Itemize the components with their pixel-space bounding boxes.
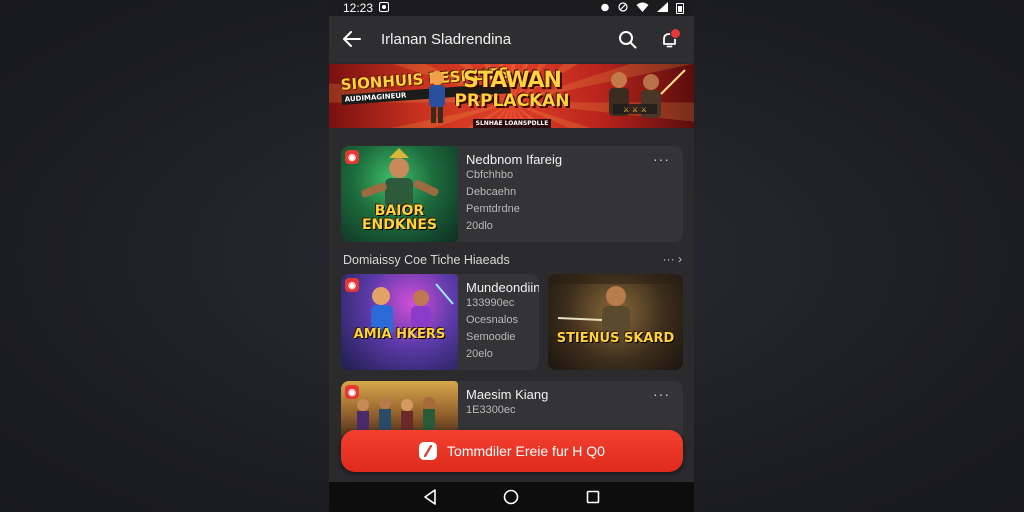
- game-card-thumbnail: AMIA HKERS ◉: [341, 274, 458, 370]
- featured-more-button[interactable]: ···: [653, 151, 670, 167]
- featured-game-card[interactable]: BAIOR ENDKNES ◉ Nedbnom Ifareig Cbfchhbo…: [341, 146, 683, 242]
- phone-screen: 12:23 Irlanan Sladrendina SIONHUIS PESNL…: [329, 0, 694, 512]
- featured-game-detail-2: Debcaehn: [466, 186, 517, 198]
- game-card-title: Mundeondiin: [466, 280, 539, 295]
- featured-game-thumbnail: BAIOR ENDKNES ◉: [341, 146, 458, 242]
- featured-game-title: Nedbnom Ifareig: [466, 152, 563, 167]
- bottom-more-button[interactable]: ···: [653, 386, 670, 402]
- bottom-card-badge-icon: ◉: [345, 385, 359, 399]
- game-card-detail-4: 20elo: [466, 348, 493, 360]
- notification-badge: [670, 28, 681, 39]
- featured-thumb-title: BAIOR ENDKNES: [361, 203, 438, 233]
- side-card-thumb-title: STIENUS SKARD: [556, 331, 675, 346]
- app-bar: Irlanan Sladrendina: [329, 16, 694, 62]
- signal-icon: [657, 1, 668, 15]
- recents-square-icon: [586, 490, 600, 504]
- section-more-button[interactable]: ··· ›: [663, 252, 682, 266]
- slash-icon: [419, 442, 438, 460]
- game-card-thumb-title: AMIA HKERS: [353, 327, 446, 342]
- search-button[interactable]: [614, 26, 640, 52]
- game-card-detail-1: 133990ec: [466, 297, 515, 309]
- game-card-detail-3: Semoodie: [466, 331, 516, 343]
- featured-game-detail-3: Pemtdrdne: [466, 203, 520, 215]
- wifi-icon: [636, 2, 649, 15]
- page-title: Irlanan Sladrendina: [381, 30, 512, 48]
- featured-game-detail-1: Cbfchhbo: [466, 169, 514, 181]
- status-bar: 12:23: [329, 0, 694, 16]
- alarm-icon: [600, 2, 610, 15]
- dnd-icon: [618, 1, 628, 15]
- home-circle-icon: [504, 489, 519, 505]
- featured-badge-icon: ◉: [345, 150, 359, 164]
- back-triangle-icon: [424, 489, 436, 505]
- game-card-detail-2: Ocesnalos: [466, 314, 518, 326]
- nav-home-button[interactable]: [499, 485, 523, 509]
- game-card[interactable]: AMIA HKERS ◉ Mundeondiin 133990ec Ocesna…: [341, 274, 539, 370]
- nav-back-button[interactable]: [418, 485, 442, 509]
- bottom-game-detail-1: 1E3300ec: [466, 404, 516, 416]
- banner-hero-right-image: ⚔ ⚔ ⚔: [609, 69, 686, 118]
- back-button[interactable]: [341, 28, 363, 50]
- gallery-icon: [379, 1, 390, 15]
- battery-icon: [676, 2, 684, 14]
- search-icon: [618, 30, 636, 48]
- arrow-left-icon: [343, 31, 361, 47]
- game-card-badge-icon: ◉: [345, 278, 359, 292]
- primary-cta-button[interactable]: Tommdiler Ereie fur H Q0: [341, 430, 683, 472]
- status-time: 12:23: [343, 1, 374, 15]
- banner-hero-left-image: [429, 71, 445, 123]
- system-nav-bar: [329, 482, 694, 512]
- featured-game-detail-4: 20dlo: [466, 220, 493, 232]
- bottom-game-title: Maesim Kiang: [466, 387, 549, 402]
- cta-label: Tommdiler Ereie fur H Q0: [447, 443, 605, 459]
- section-title: Domiaissy Coe Tiche Hiaeads: [343, 253, 510, 267]
- nav-recents-button[interactable]: [581, 485, 605, 509]
- svg-text:⚔ ⚔ ⚔: ⚔ ⚔ ⚔: [623, 106, 647, 114]
- promo-banner[interactable]: SIONHUIS PESNLIES AUDIMAGINEUR STAWAN PR…: [329, 64, 694, 128]
- notifications-button[interactable]: [656, 26, 682, 52]
- side-game-card[interactable]: STIENUS SKARD: [548, 274, 683, 370]
